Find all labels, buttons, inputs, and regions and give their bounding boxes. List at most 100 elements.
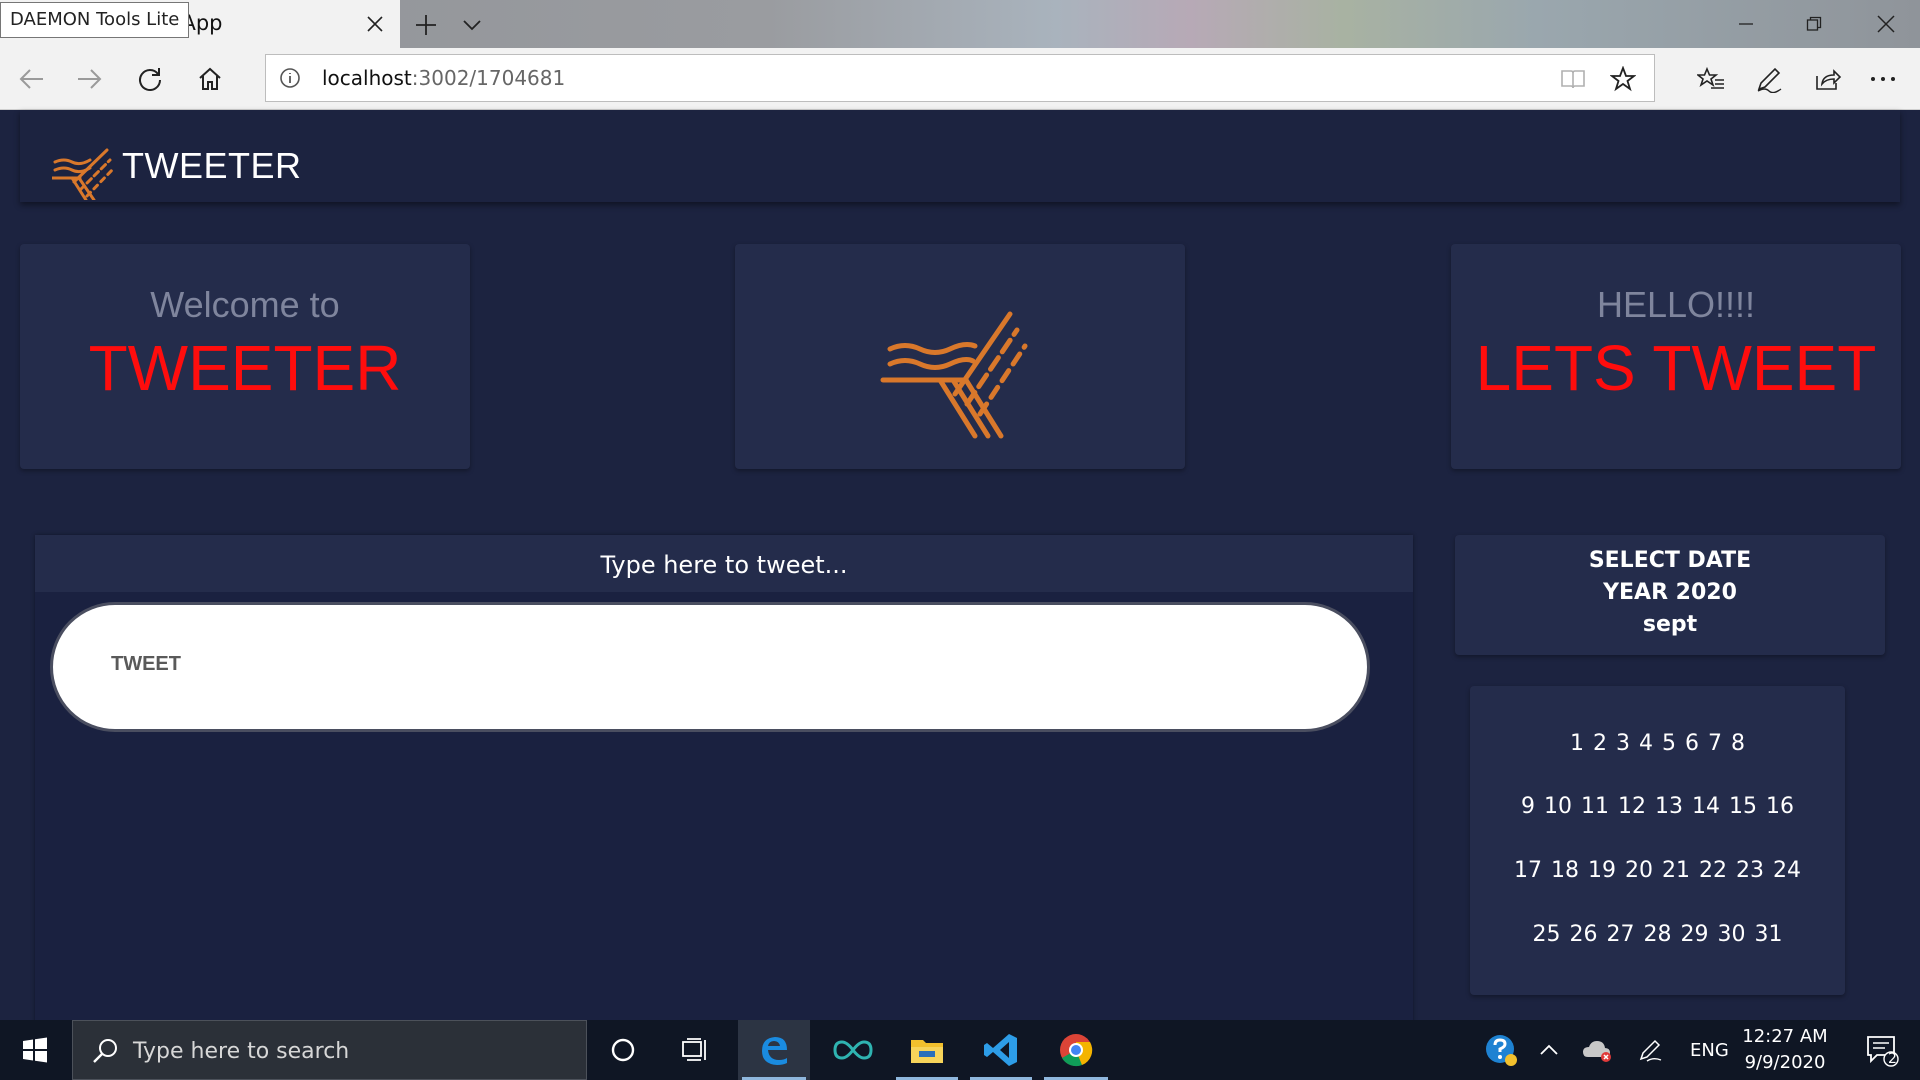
- clock-date: 9/9/2020: [1744, 1052, 1826, 1073]
- calendar-card: 1 2 3 4 5 6 7 8 9 10 11 12 13 14 15 16 1…: [1470, 686, 1845, 995]
- lets-tweet-title: LETS TWEET: [1475, 332, 1877, 404]
- task-view-icon: [682, 1038, 706, 1061]
- taskbar-edge[interactable]: [738, 1020, 810, 1080]
- welcome-card: Welcome to TWEETER: [20, 244, 470, 469]
- task-view-button[interactable]: [665, 1020, 725, 1080]
- star-icon: [1610, 66, 1636, 92]
- windows-icon: [23, 1037, 47, 1063]
- vscode-icon: [984, 1034, 1017, 1066]
- forward-button[interactable]: [71, 60, 109, 98]
- taskbar-chrome[interactable]: [1040, 1020, 1112, 1080]
- tweeter-logo-icon: [880, 311, 1028, 439]
- tooltip: DAEMON Tools Lite: [0, 2, 190, 38]
- cloud-icon: [1583, 1041, 1611, 1062]
- cortana-button[interactable]: [593, 1020, 653, 1080]
- close-tab-button[interactable]: [360, 9, 390, 39]
- tweet-heading: Type here to tweet...: [600, 551, 848, 579]
- chevron-up-icon: [1540, 1044, 1558, 1055]
- favorites-icon: [1697, 66, 1724, 89]
- back-icon: [19, 69, 43, 89]
- tweet-heading-bar: Type here to tweet...: [35, 535, 1413, 592]
- notification-count: 2: [1888, 1051, 1897, 1067]
- pen-tray-button[interactable]: [1630, 1020, 1670, 1080]
- app-title[interactable]: TWEETER: [122, 145, 302, 187]
- restore-icon: [1806, 16, 1822, 31]
- chevron-down-icon: [463, 20, 481, 31]
- help-tray-button[interactable]: [1478, 1020, 1524, 1080]
- taskbar: Type here to search ENG 12:27 AM 9/9/202…: [0, 1020, 1920, 1080]
- minimize-button[interactable]: [1712, 0, 1780, 48]
- calendar-row[interactable]: 25 26 27 28 29 30 31: [1470, 922, 1845, 947]
- month-label: sept: [1642, 612, 1698, 637]
- refresh-icon: [139, 68, 161, 91]
- tab-list-button[interactable]: [456, 9, 488, 41]
- minimize-icon: [1739, 23, 1753, 25]
- select-date-label: SELECT DATE: [1588, 548, 1752, 573]
- page: TWEETER Welcome to TWEETER HELLO!!!! LET…: [0, 110, 1920, 1025]
- search-icon: [93, 1039, 117, 1063]
- start-button[interactable]: [0, 1020, 70, 1080]
- action-center-button[interactable]: 2: [1852, 1020, 1912, 1080]
- calendar-row[interactable]: 17 18 19 20 21 22 23 24: [1470, 858, 1845, 883]
- search-placeholder: Type here to search: [133, 1039, 350, 1064]
- select-date-card: SELECT DATE YEAR 2020 sept: [1455, 535, 1885, 655]
- cortana-icon: [611, 1038, 635, 1062]
- file-explorer-icon: [911, 1040, 943, 1063]
- show-hidden-icons-button[interactable]: [1532, 1020, 1566, 1080]
- new-tab-button[interactable]: [410, 9, 442, 41]
- app-header: TWEETER: [20, 110, 1900, 202]
- language-indicator[interactable]: ENG: [1690, 1040, 1729, 1061]
- taskbar-arduino[interactable]: [818, 1020, 888, 1080]
- home-button[interactable]: [191, 60, 229, 98]
- restore-button[interactable]: [1780, 0, 1848, 48]
- refresh-button[interactable]: [131, 60, 169, 98]
- tweet-button[interactable]: TWEET: [111, 653, 181, 676]
- welcome-text: Welcome to: [150, 284, 340, 325]
- reading-view-button[interactable]: [1556, 62, 1590, 96]
- back-button[interactable]: [12, 60, 50, 98]
- tweeter-logo-icon[interactable]: [52, 130, 122, 200]
- logo-card: [735, 244, 1185, 469]
- close-icon: [367, 16, 383, 32]
- url-host: localhost: [322, 66, 412, 90]
- close-window-button[interactable]: [1852, 0, 1920, 48]
- infinity-icon: [833, 1040, 873, 1060]
- favorites-hub-button[interactable]: [1692, 60, 1730, 98]
- edge-icon: [762, 1037, 787, 1065]
- help-icon: [1486, 1035, 1517, 1066]
- share-button[interactable]: [1809, 60, 1847, 98]
- notes-button[interactable]: [1750, 60, 1788, 98]
- year-label: YEAR 2020: [1603, 580, 1737, 605]
- browser-nav-bar: localhost:3002/1704681: [0, 48, 1920, 110]
- share-icon: [1816, 69, 1842, 90]
- tweet-input[interactable]: TWEET: [50, 602, 1370, 732]
- close-icon: [1877, 15, 1895, 33]
- taskbar-vscode[interactable]: [966, 1020, 1036, 1080]
- onedrive-tray-button[interactable]: [1578, 1020, 1618, 1080]
- info-icon[interactable]: [278, 66, 302, 90]
- more-icon: [1871, 77, 1895, 81]
- taskbar-file-explorer[interactable]: [892, 1020, 962, 1080]
- plus-icon: [416, 15, 436, 35]
- taskbar-clock[interactable]: 12:27 AM 9/9/2020: [1730, 1024, 1840, 1076]
- url-path: :3002/1704681: [411, 66, 566, 90]
- calendar-row[interactable]: 1 2 3 4 5 6 7 8: [1470, 731, 1845, 756]
- calendar-row[interactable]: 9 10 11 12 13 14 15 16: [1470, 794, 1845, 819]
- welcome-title: TWEETER: [88, 332, 402, 404]
- pen-icon: [1757, 67, 1782, 93]
- forward-icon: [78, 69, 102, 89]
- taskbar-search[interactable]: Type here to search: [72, 1020, 587, 1080]
- chrome-icon: [1060, 1034, 1093, 1067]
- pen-tray-icon: [1639, 1039, 1662, 1062]
- browser-tab-bar: ct App DAEMON Tools Lite: [0, 0, 1920, 48]
- clock-time: 12:27 AM: [1742, 1026, 1828, 1047]
- home-icon: [199, 67, 221, 90]
- hello-card: HELLO!!!! LETS TWEET: [1451, 244, 1901, 469]
- favorite-button[interactable]: [1606, 62, 1640, 96]
- settings-more-button[interactable]: [1864, 60, 1902, 98]
- tweet-panel: Type here to tweet... TWEET: [35, 535, 1413, 1025]
- reading-view-icon: [1561, 70, 1585, 89]
- hello-text: HELLO!!!!: [1596, 284, 1756, 325]
- address-bar[interactable]: localhost:3002/1704681: [265, 54, 1655, 102]
- url-text[interactable]: localhost:3002/1704681: [322, 66, 565, 90]
